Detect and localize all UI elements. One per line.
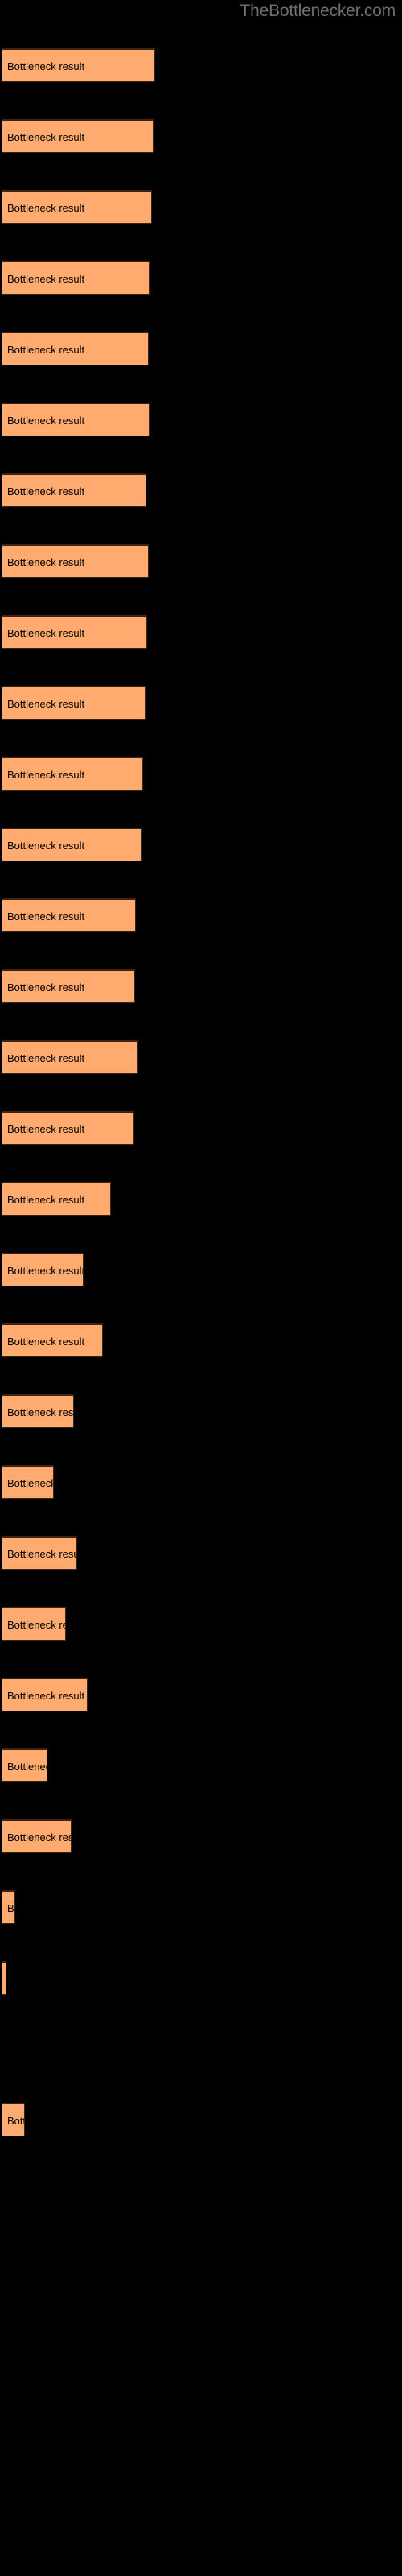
bar-label: Bottleneck result — [7, 1619, 65, 1631]
bar-rect[interactable]: Bottleneck result — [2, 544, 149, 578]
bar-label: Bottleneck result — [7, 981, 85, 993]
bar-rect[interactable]: Bottleneck result — [2, 190, 152, 224]
bar-rect[interactable]: Bottleneck result — [2, 1607, 66, 1641]
bar-label: Bottleneck result — [7, 1548, 77, 1560]
bar-label: Bottleneck result — [7, 1052, 85, 1064]
bar-rect[interactable]: Bottleneck result — [2, 1465, 54, 1499]
bottleneck-bar-chart: TheBottlenecker.com Bottleneck result Bot… — [0, 0, 402, 2576]
bar-label: Bottleneck result — [7, 1690, 85, 1702]
bar-rect[interactable]: Bottleneck result — [2, 48, 155, 82]
bar-rect[interactable]: Bottleneck result — [2, 1890, 15, 1924]
bar-rect[interactable]: Bottleneck result — [2, 473, 146, 507]
bar-label: Bottleneck result — [7, 1761, 47, 1773]
bar-label: Bottleneck result — [7, 344, 85, 356]
bar-label: Bottleneck result — [7, 1902, 14, 1914]
bar-label: Bottleneck result — [7, 698, 85, 710]
bar-rect[interactable]: Bottleneck result — [2, 119, 154, 153]
bar-label: Bottleneck result — [7, 1123, 85, 1135]
bar-label: Bottleneck result — [7, 1831, 71, 1843]
bar-label: Bottleneck result — [7, 202, 85, 214]
bar-label: Bottleneck result — [7, 769, 85, 781]
bar-label: Bottleneck result — [7, 273, 85, 285]
bar-rect[interactable]: Bottleneck result — [2, 1748, 47, 1782]
bar-rect[interactable]: Bottleneck result — [2, 757, 143, 791]
bar-label: Bottleneck result — [7, 415, 85, 427]
bar-rect[interactable]: Bottleneck result — [2, 1111, 134, 1145]
bar-rect[interactable]: Bottleneck result — [2, 686, 146, 720]
bar-rect[interactable]: Bottleneck result — [2, 1040, 138, 1074]
bar-rect[interactable]: Bottleneck result — [2, 1961, 6, 1995]
bar-label: Bottleneck result — [7, 910, 85, 923]
bar-label: Bottleneck result — [7, 1194, 85, 1206]
bar-label: Bottleneck result — [7, 840, 85, 852]
bar-rect[interactable]: Bottleneck result — [2, 1182, 111, 1216]
bar-label: Bottleneck result — [7, 556, 85, 568]
bar-label: Bottleneck result — [7, 627, 85, 639]
bar-label: Bottleneck result — [7, 131, 85, 143]
bar-rect[interactable]: Bottleneck result — [2, 1536, 77, 1570]
bar-rect[interactable]: Bottleneck result — [2, 1678, 88, 1711]
bar-rect[interactable]: Bottleneck result — [2, 1253, 84, 1286]
bar-rect[interactable]: Bottleneck result — [2, 1819, 72, 1853]
bar-rect[interactable]: Bottleneck result — [2, 332, 149, 365]
bar-label: Bottleneck result — [7, 60, 85, 72]
bar-series: Bottleneck result Bottleneck result Bottle… — [0, 0, 402, 2576]
bar-rect[interactable]: Bottleneck result — [2, 2103, 25, 2136]
bar-label: Bottleneck result — [7, 1406, 74, 1418]
bar-label: Bottleneck result — [7, 1477, 54, 1489]
bar-rect[interactable]: Bottleneck result — [2, 969, 135, 1003]
bar-rect[interactable]: Bottleneck result — [2, 615, 147, 649]
bar-label: Bottleneck result — [7, 1265, 84, 1277]
bar-label: Bottleneck result — [7, 485, 85, 497]
bar-label: Bottleneck result — [7, 1335, 85, 1348]
bar-rect[interactable]: Bottleneck result — [2, 1394, 74, 1428]
bar-rect[interactable]: Bottleneck result — [2, 898, 136, 932]
bar-rect[interactable]: Bottleneck result — [2, 828, 142, 861]
bar-rect[interactable]: Bottleneck result — [2, 402, 150, 436]
bar-label: Bottleneck result — [7, 2115, 24, 2127]
bar-rect[interactable]: Bottleneck result — [2, 261, 150, 295]
bar-rect[interactable]: Bottleneck result — [2, 1323, 103, 1357]
